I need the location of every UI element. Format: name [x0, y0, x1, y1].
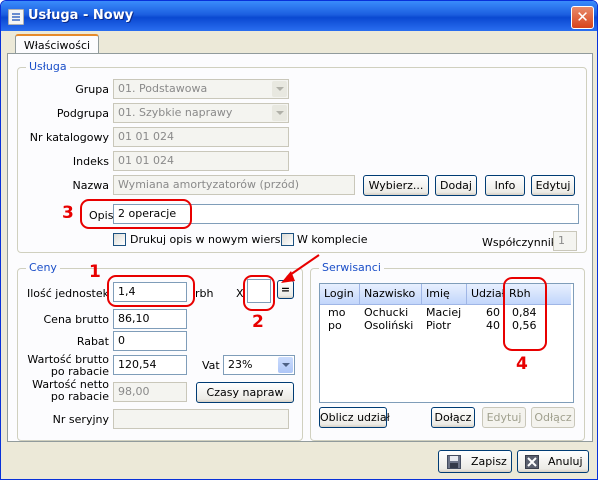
- wartosc-netto-label: Wartość netto po rabacie: [15, 379, 109, 403]
- anuluj-button[interactable]: Anuluj: [517, 450, 589, 473]
- wartosc-netto-label-2: po rabacie: [50, 390, 109, 403]
- nr-katalogowy-label: Nr katalogowy: [29, 131, 109, 144]
- dodaj-button[interactable]: Dodaj: [435, 175, 477, 196]
- close-icon: ✕: [576, 8, 589, 26]
- title-bar[interactable]: Usługa - Nowy ✕: [1, 1, 597, 31]
- wspolczynnik-label: Współczynnik: [482, 236, 558, 249]
- info-button[interactable]: Info: [485, 175, 525, 196]
- anuluj-label: Anuluj: [548, 455, 583, 468]
- vat-value: 23%: [228, 358, 253, 371]
- odlacz-button[interactable]: Odłącz: [531, 407, 575, 428]
- wybierz-button[interactable]: Wybierz...: [363, 175, 429, 196]
- nr-katalogowy-field: 01 01 024: [113, 127, 289, 147]
- cancel-x-icon: [525, 455, 539, 469]
- column-header-login[interactable]: Login: [320, 284, 360, 304]
- group-ceny-title: Ceny: [26, 261, 60, 274]
- highlight-opis: [80, 199, 192, 229]
- nazwa-field: Wymiana amortyzatorów (przód): [113, 175, 355, 195]
- cell-login: mo: [328, 306, 346, 319]
- cell-imie: Piotr: [426, 319, 452, 332]
- annotation-number-2: 2: [252, 312, 264, 332]
- edytuj-serwisant-button[interactable]: Edytuj: [482, 407, 526, 428]
- cell-nazwisko: Ochucki: [364, 306, 409, 319]
- nazwa-label: Nazwa: [72, 179, 109, 192]
- rbh-unit-label: rbh: [195, 287, 214, 300]
- podgrupa-value: 01. Szybkie naprawy: [118, 106, 233, 119]
- indeks-field: 01 01 024: [113, 151, 289, 171]
- nr-seryjny-field: [113, 409, 289, 429]
- floppy-disk-icon: [447, 455, 461, 469]
- rabat-label: Rabat: [76, 335, 109, 348]
- wartosc-brutto-label: Wartość brutto po rabacie: [15, 354, 109, 378]
- annotation-number-1: 1: [89, 262, 101, 282]
- vat-select[interactable]: 23%: [223, 355, 295, 375]
- wspolczynnik-field: 1: [553, 231, 577, 251]
- czasy-napraw-button[interactable]: Czasy napraw: [196, 382, 294, 403]
- grupa-value: 01. Podstawowa: [118, 82, 208, 95]
- zapisz-label: Zapisz: [471, 455, 507, 468]
- arrow-icon: [281, 254, 320, 283]
- wartosc-netto-field: 98,00: [113, 382, 187, 402]
- vat-label: Vat: [202, 359, 220, 372]
- cell-login: po: [328, 319, 342, 332]
- cell-imie: Maciej: [426, 306, 462, 319]
- cell-nazwisko: Osoliński: [364, 319, 414, 332]
- indeks-label: Indeks: [72, 155, 109, 168]
- cell-udzial: 40: [486, 319, 500, 332]
- cena-brutto-label: Cena brutto: [43, 313, 110, 326]
- wartosc-brutto-field[interactable]: 120,54: [113, 355, 187, 375]
- w-komplecie-checkbox[interactable]: [281, 233, 294, 246]
- highlight-ilosc: [107, 275, 195, 307]
- app-icon: [8, 9, 24, 25]
- cell-udzial: 60: [486, 306, 500, 319]
- window-title: Usługa - Nowy: [28, 8, 134, 23]
- podgrupa-select: 01. Szybkie naprawy: [113, 103, 289, 123]
- group-serwisanci-title: Serwisanci: [319, 261, 384, 274]
- grupa-select: 01. Podstawowa: [113, 79, 289, 99]
- highlight-rbh-column: [503, 277, 547, 351]
- chevron-down-icon: [272, 81, 287, 97]
- column-header-udzial[interactable]: Udział: [467, 284, 505, 304]
- close-button[interactable]: ✕: [571, 6, 594, 29]
- podgrupa-label: Podgrupa: [56, 107, 109, 120]
- ilosc-jednostek-label: Ilość jednostek: [27, 287, 109, 300]
- dolacz-button[interactable]: Dołącz: [431, 407, 475, 428]
- drukuj-opis-label: Drukuj opis w nowym wierszu: [130, 233, 294, 246]
- chevron-down-icon[interactable]: [278, 357, 293, 373]
- cena-brutto-field[interactable]: 86,10: [113, 309, 187, 329]
- grupa-label: Grupa: [75, 83, 109, 96]
- dialog-window: Usługa - Nowy ✕ Właściwości Usługa Grupa…: [0, 0, 598, 480]
- oblicz-udzial-button[interactable]: Oblicz udział: [319, 407, 390, 428]
- drukuj-opis-checkbox[interactable]: [113, 233, 126, 246]
- nr-seryjny-label: Nr seryjny: [52, 413, 109, 426]
- group-usluga-title: Usługa: [26, 60, 70, 73]
- column-header-nazwisko[interactable]: Nazwisko: [360, 284, 422, 304]
- column-header-imie[interactable]: Imię: [422, 284, 467, 304]
- rabat-field[interactable]: 0: [113, 331, 187, 351]
- w-komplecie-label: W komplecie: [297, 233, 368, 246]
- zapisz-button[interactable]: Zapisz: [438, 450, 512, 473]
- wartosc-brutto-label-2: po rabacie: [50, 365, 109, 378]
- edytuj-button[interactable]: Edytuj: [531, 175, 575, 196]
- chevron-down-icon: [272, 105, 287, 121]
- annotation-number-4: 4: [516, 354, 528, 374]
- annotation-number-3: 3: [62, 203, 74, 223]
